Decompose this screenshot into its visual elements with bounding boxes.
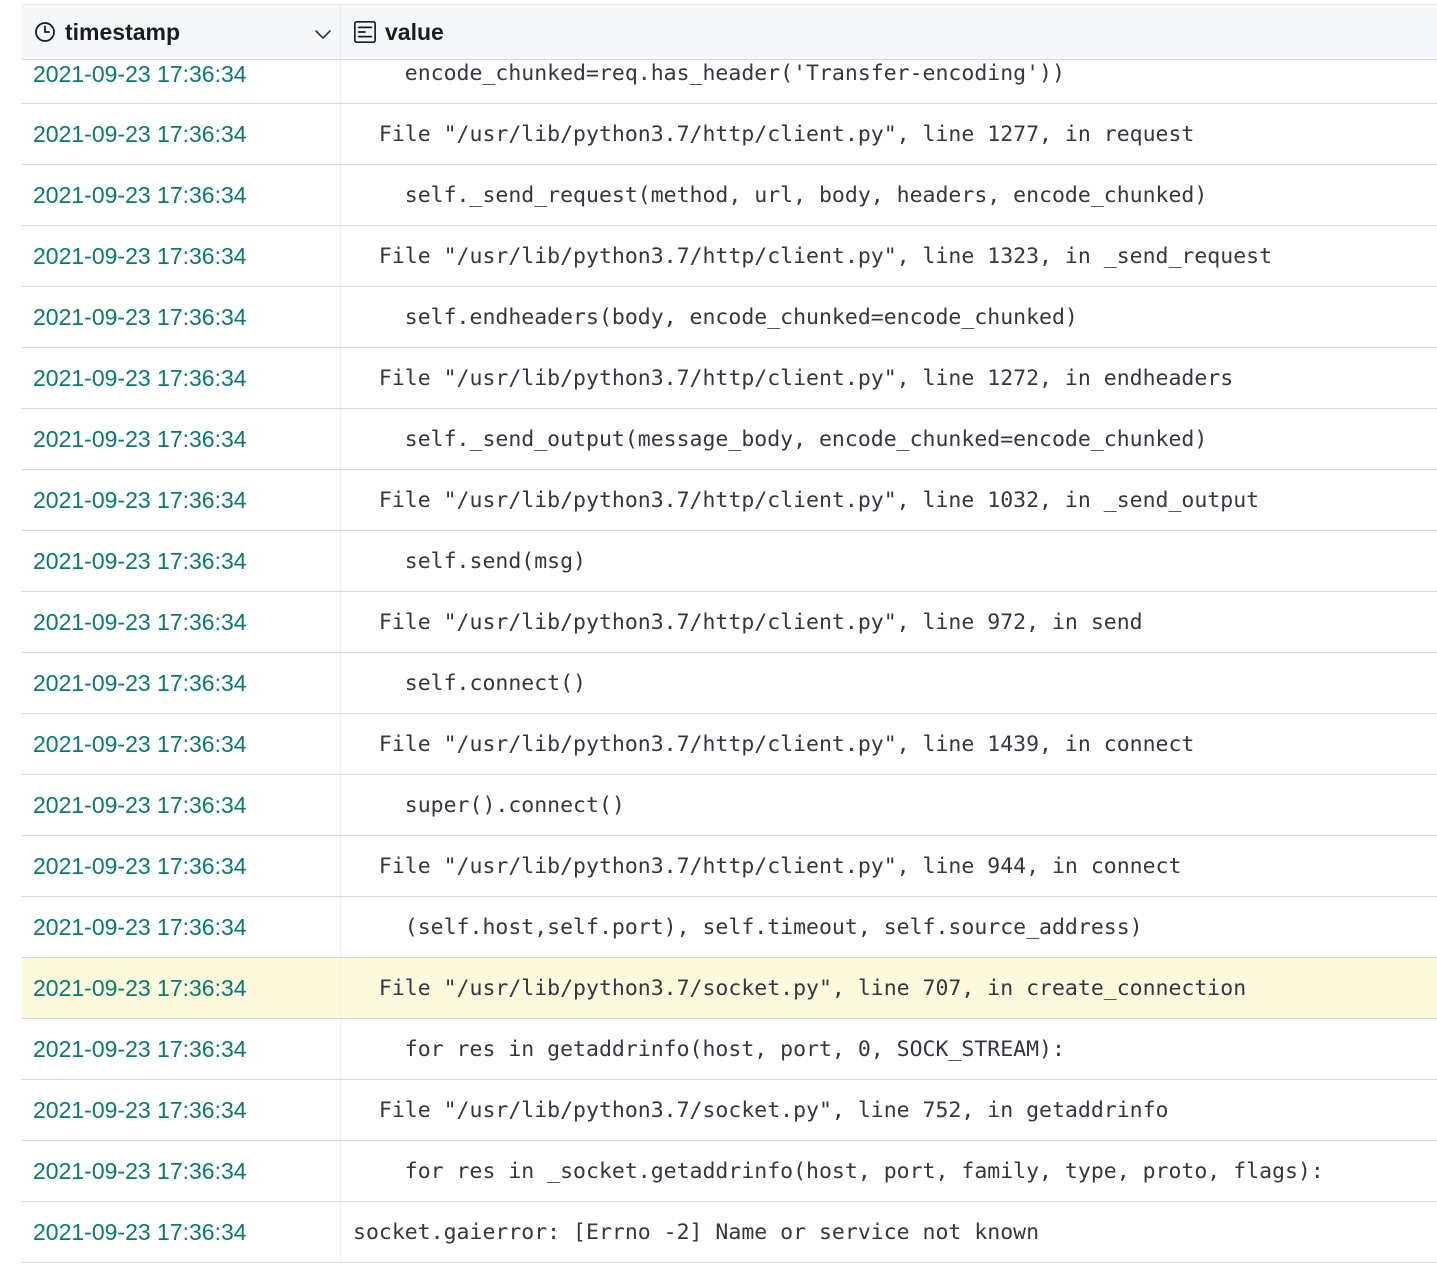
table-row[interactable]: 2021-09-23 17:36:34 (self.host,self.port… xyxy=(22,897,1437,958)
timestamp-cell: 2021-09-23 17:36:34 xyxy=(33,61,247,87)
value-cell: super().connect() xyxy=(340,775,1437,835)
value-cell: self.send(msg) xyxy=(340,531,1437,591)
timestamp-cell: 2021-09-23 17:36:34 xyxy=(33,974,247,1001)
table-row[interactable]: 2021-09-23 17:36:34 for res in _socket.g… xyxy=(22,1141,1437,1202)
value-cell: File "/usr/lib/python3.7/socket.py", lin… xyxy=(340,1080,1437,1140)
value-cell: File "/usr/lib/python3.7/http/client.py"… xyxy=(340,104,1437,164)
chevron-down-icon[interactable] xyxy=(312,23,334,45)
value-cell: self._send_output(message_body, encode_c… xyxy=(340,409,1437,469)
clock-icon xyxy=(33,20,57,44)
timestamp-cell: 2021-09-23 17:36:34 xyxy=(33,913,247,940)
table-row[interactable]: 2021-09-23 17:36:34 File "/usr/lib/pytho… xyxy=(22,1080,1437,1141)
table-row[interactable]: 2021-09-23 17:36:34 File "/usr/lib/pytho… xyxy=(22,104,1437,165)
timestamp-cell: 2021-09-23 17:36:34 xyxy=(33,1035,247,1062)
value-cell: encode_chunked=req.has_header('Transfer-… xyxy=(340,60,1437,103)
table-row[interactable]: 2021-09-23 17:36:34 File "/usr/lib/pytho… xyxy=(22,592,1437,653)
value-cell: socket.gaierror: [Errno -2] Name or serv… xyxy=(340,1202,1437,1262)
table-row[interactable]: 2021-09-23 17:36:34 self.send(msg) xyxy=(22,531,1437,592)
timestamp-cell: 2021-09-23 17:36:34 xyxy=(33,303,247,330)
table-row[interactable]: 2021-09-23 17:36:34 File "/usr/lib/pytho… xyxy=(22,470,1437,531)
timestamp-cell: 2021-09-23 17:36:34 xyxy=(33,791,247,818)
value-cell: self.endheaders(body, encode_chunked=enc… xyxy=(340,287,1437,347)
column-header-timestamp[interactable]: timestamp xyxy=(22,5,340,59)
timestamp-cell: 2021-09-23 17:36:34 xyxy=(33,486,247,513)
value-cell: for res in _socket.getaddrinfo(host, por… xyxy=(340,1141,1437,1201)
timestamp-cell: 2021-09-23 17:36:34 xyxy=(33,120,247,147)
timestamp-cell: 2021-09-23 17:36:34 xyxy=(33,242,247,269)
table-body: 2021-09-23 17:36:34 encode_chunked=req.h… xyxy=(22,60,1437,1263)
table-row[interactable]: 2021-09-23 17:36:34 File "/usr/lib/pytho… xyxy=(22,958,1437,1019)
value-cell: File "/usr/lib/python3.7/http/client.py"… xyxy=(340,226,1437,286)
timestamp-cell: 2021-09-23 17:36:34 xyxy=(33,852,247,879)
value-cell: File "/usr/lib/python3.7/http/client.py"… xyxy=(340,592,1437,652)
table-row[interactable]: 2021-09-23 17:36:34 encode_chunked=req.h… xyxy=(22,60,1437,104)
timestamp-cell: 2021-09-23 17:36:34 xyxy=(33,1096,247,1123)
timestamp-cell: 2021-09-23 17:36:34 xyxy=(33,1218,247,1245)
log-table: timestamp value 2021-09-23 17:36:34 enco… xyxy=(22,4,1437,1263)
column-header-value[interactable]: value xyxy=(340,5,1437,59)
table-header: timestamp value xyxy=(22,4,1437,60)
table-row[interactable]: 2021-09-23 17:36:34 self.endheaders(body… xyxy=(22,287,1437,348)
timestamp-cell: 2021-09-23 17:36:34 xyxy=(33,608,247,635)
value-cell: File "/usr/lib/python3.7/http/client.py"… xyxy=(340,836,1437,896)
value-cell: self.connect() xyxy=(340,653,1437,713)
value-cell: self._send_request(method, url, body, he… xyxy=(340,165,1437,225)
timestamp-cell: 2021-09-23 17:36:34 xyxy=(33,364,247,391)
timestamp-cell: 2021-09-23 17:36:34 xyxy=(33,1157,247,1184)
table-row[interactable]: 2021-09-23 17:36:34 for res in getaddrin… xyxy=(22,1019,1437,1080)
value-cell: File "/usr/lib/python3.7/http/client.py"… xyxy=(340,348,1437,408)
value-cell: for res in getaddrinfo(host, port, 0, SO… xyxy=(340,1019,1437,1079)
table-row[interactable]: 2021-09-23 17:36:34 socket.gaierror: [Err… xyxy=(22,1202,1437,1263)
value-cell: File "/usr/lib/python3.7/http/client.py"… xyxy=(340,714,1437,774)
value-cell: File "/usr/lib/python3.7/http/client.py"… xyxy=(340,470,1437,530)
timestamp-cell: 2021-09-23 17:36:34 xyxy=(33,730,247,757)
text-field-icon xyxy=(353,20,377,44)
value-cell: (self.host,self.port), self.timeout, sel… xyxy=(340,897,1437,957)
table-row[interactable]: 2021-09-23 17:36:34 self._send_output(me… xyxy=(22,409,1437,470)
table-row[interactable]: 2021-09-23 17:36:34 File "/usr/lib/pytho… xyxy=(22,714,1437,775)
table-row[interactable]: 2021-09-23 17:36:34 File "/usr/lib/pytho… xyxy=(22,348,1437,409)
column-header-timestamp-label: timestamp xyxy=(65,18,181,45)
timestamp-cell: 2021-09-23 17:36:34 xyxy=(33,425,247,452)
table-row[interactable]: 2021-09-23 17:36:34 File "/usr/lib/pytho… xyxy=(22,226,1437,287)
timestamp-cell: 2021-09-23 17:36:34 xyxy=(33,181,247,208)
value-cell: File "/usr/lib/python3.7/socket.py", lin… xyxy=(340,958,1437,1018)
table-row[interactable]: 2021-09-23 17:36:34 self._send_request(m… xyxy=(22,165,1437,226)
timestamp-cell: 2021-09-23 17:36:34 xyxy=(33,669,247,696)
table-row[interactable]: 2021-09-23 17:36:34 File "/usr/lib/pytho… xyxy=(22,836,1437,897)
table-row[interactable]: 2021-09-23 17:36:34 super().connect() xyxy=(22,775,1437,836)
column-header-value-label: value xyxy=(385,18,444,45)
timestamp-cell: 2021-09-23 17:36:34 xyxy=(33,547,247,574)
table-row[interactable]: 2021-09-23 17:36:34 self.connect() xyxy=(22,653,1437,714)
